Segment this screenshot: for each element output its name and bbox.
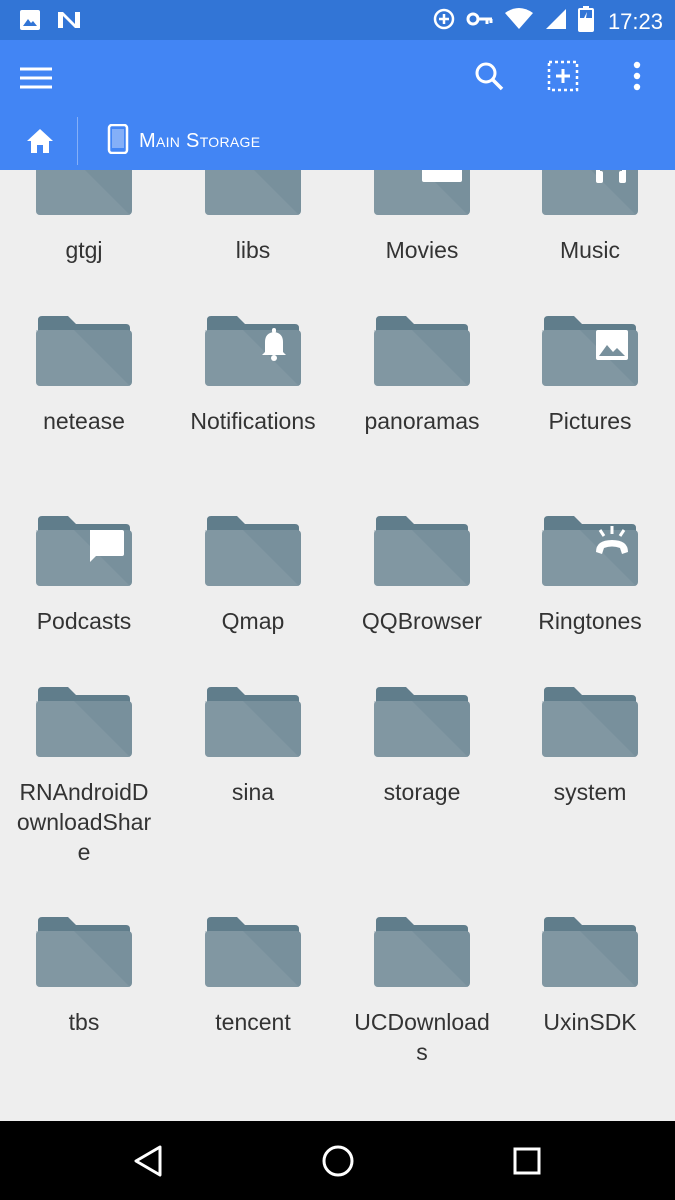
folder-icon [0,687,168,759]
folder-headphones-icon [506,170,674,217]
more-vert-icon[interactable] [619,56,655,96]
folder-item[interactable]: Ringtones [506,516,674,636]
folder-item[interactable]: Pictures [506,316,674,436]
folder-item[interactable]: Music [506,170,674,265]
add-circle-icon [432,7,456,36]
folder-icon [0,917,168,989]
folder-bell-icon [169,316,337,388]
folder-item[interactable]: gtgj [0,170,168,265]
folder-item[interactable]: Movies [338,170,506,265]
folder-item[interactable]: panoramas [338,316,506,436]
folder-name: panoramas [364,408,480,434]
folder-item[interactable]: sina [169,687,337,807]
folder-name: Ringtones [538,608,642,634]
folder-name: tencent [215,1009,291,1035]
folder-name: Pictures [548,408,632,434]
folder-name: libs [235,237,271,263]
folder-icon [169,516,337,588]
folder-icon [338,917,506,989]
battery-charging-icon [577,6,594,37]
folder-name: Notifications [190,408,316,434]
folder-item[interactable]: UxinSDK [506,917,674,1037]
folder-icon [169,687,337,759]
folder-icon [506,687,674,759]
folder-icon [169,917,337,989]
folder-icon [338,687,506,759]
folder-item[interactable]: QQBrowser [338,516,506,636]
folder-name: system [553,779,627,805]
folder-name: Podcasts [36,608,132,634]
folder-name: sina [231,779,275,805]
folder-item[interactable]: libs [169,170,337,265]
folder-name: QQBrowser [361,608,483,634]
toolbar: Main Storage [0,40,675,170]
recents-icon[interactable] [507,1141,547,1181]
folder-icon [338,516,506,588]
folder-name: UCDownloads [354,1009,490,1065]
image-icon [18,8,42,37]
folder-name: storage [383,779,461,805]
hamburger-icon[interactable] [18,64,54,92]
key-icon [466,7,494,36]
wifi-icon [504,7,534,36]
folder-item[interactable]: Notifications [169,316,337,436]
folder-grid[interactable]: gtgj libs Movies Music netease Notifications p… [0,170,675,1121]
clock: 17:23 [607,8,663,34]
folder-icon [0,316,168,388]
folder-icon [0,170,168,217]
folder-item[interactable]: Podcasts [0,516,168,636]
folder-item[interactable]: UCDownloads [338,917,506,1067]
phone-icon [107,123,129,159]
folder-name: netease [43,408,125,434]
back-icon[interactable] [128,1141,168,1181]
add-selection-icon[interactable] [545,56,581,96]
folder-item[interactable]: netease [0,316,168,436]
folder-image-icon [506,316,674,388]
breadcrumb-main-storage[interactable]: Main Storage [107,123,261,159]
folder-ringtone-icon [506,516,674,588]
folder-item[interactable]: tbs [0,917,168,1037]
search-icon[interactable] [471,56,507,96]
n-logo-icon [56,8,82,37]
home-circle-icon[interactable] [318,1141,358,1181]
folder-item[interactable]: tencent [169,917,337,1037]
status-bar: 17:23 [0,0,675,40]
folder-icon [506,917,674,989]
folder-name: Movies [385,237,459,263]
breadcrumb-divider [77,117,78,165]
folder-item[interactable]: Qmap [169,516,337,636]
folder-item[interactable]: system [506,687,674,807]
signal-icon [544,7,568,36]
home-icon[interactable] [26,127,54,155]
folder-icon [338,316,506,388]
folder-chat-icon [0,516,168,588]
folder-movie-icon [338,170,506,217]
breadcrumb: Main Storage [0,115,675,170]
folder-name: tbs [68,1009,100,1035]
folder-item[interactable]: storage [338,687,506,807]
folder-icon [169,170,337,217]
folder-name: Qmap [221,608,285,634]
folder-item[interactable]: RNAndroidDownloadShare [0,687,168,867]
breadcrumb-label: Main Storage [139,130,261,152]
folder-name: gtgj [65,237,103,263]
folder-name: UxinSDK [543,1009,637,1035]
folder-name: RNAndroidDownloadShare [16,779,152,865]
navigation-bar [0,1121,675,1200]
folder-name: Music [559,237,621,263]
